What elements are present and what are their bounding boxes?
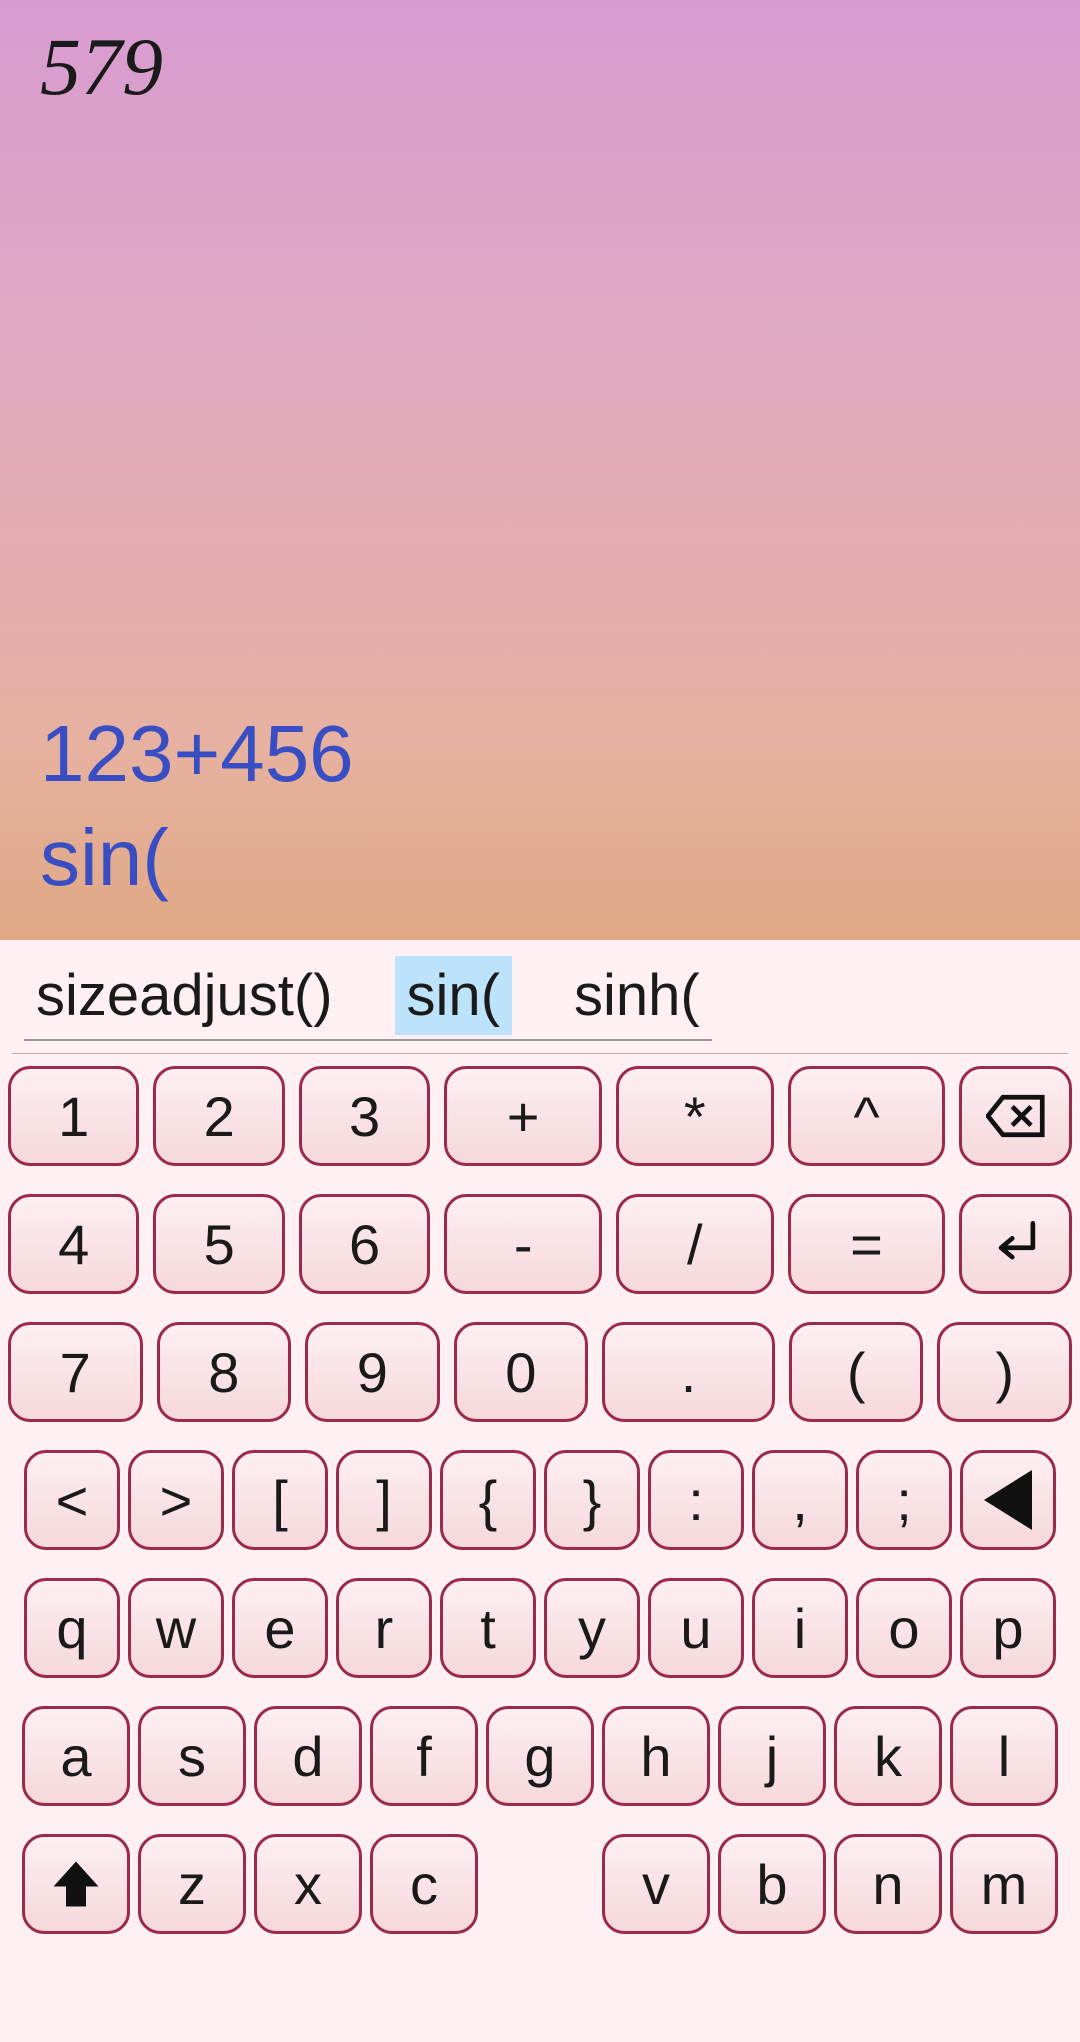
key-n[interactable]: n [834, 1834, 942, 1934]
key-8[interactable]: 8 [157, 1322, 292, 1422]
key-k[interactable]: k [834, 1706, 942, 1806]
shift-up-icon [46, 1854, 106, 1914]
key-t[interactable]: t [440, 1578, 536, 1678]
key-2[interactable]: 2 [153, 1066, 284, 1166]
key-rbrace[interactable]: } [544, 1450, 640, 1550]
key-semicolon[interactable]: ; [856, 1450, 952, 1550]
key-lbrace[interactable]: { [440, 1450, 536, 1550]
key-left[interactable] [960, 1450, 1056, 1550]
key-i[interactable]: i [752, 1578, 848, 1678]
backspace-icon [986, 1086, 1046, 1146]
key-u[interactable]: u [648, 1578, 744, 1678]
key-5[interactable]: 5 [153, 1194, 284, 1294]
key-d[interactable]: d [254, 1706, 362, 1806]
expression-input[interactable]: 123+456 sin( [40, 702, 1040, 910]
keyboard-row-5: q w e r t y u i o p [8, 1578, 1072, 1678]
key-3[interactable]: 3 [299, 1066, 430, 1166]
suggestion-item-0[interactable]: sizeadjust() [24, 956, 345, 1035]
key-plus[interactable]: + [444, 1066, 602, 1166]
left-triangle-icon [984, 1470, 1032, 1530]
key-4[interactable]: 4 [8, 1194, 139, 1294]
key-rbracket[interactable]: ] [336, 1450, 432, 1550]
key-power[interactable]: ^ [788, 1066, 946, 1166]
expression-line-1: 123+456 [40, 709, 354, 798]
key-enter[interactable] [959, 1194, 1072, 1294]
key-v[interactable]: v [602, 1834, 710, 1934]
key-6[interactable]: 6 [299, 1194, 430, 1294]
key-equals[interactable]: = [788, 1194, 946, 1294]
key-multiply[interactable]: * [616, 1066, 774, 1166]
key-s[interactable]: s [138, 1706, 246, 1806]
key-c[interactable]: c [370, 1834, 478, 1934]
keyboard-row-2: 4 5 6 - / = [8, 1194, 1072, 1294]
suggestion-bar: sizeadjust() sin( sinh( [12, 940, 1068, 1054]
result-value: 579 [40, 20, 1040, 114]
key-backspace[interactable] [959, 1066, 1072, 1166]
keyboard-row-7: z x c v b n m [8, 1834, 1072, 1934]
keyboard-row-4: < > [ ] { } : , ; [8, 1450, 1072, 1550]
key-e[interactable]: e [232, 1578, 328, 1678]
key-f[interactable]: f [370, 1706, 478, 1806]
key-9[interactable]: 9 [305, 1322, 440, 1422]
key-z[interactable]: z [138, 1834, 246, 1934]
key-p[interactable]: p [960, 1578, 1056, 1678]
key-o[interactable]: o [856, 1578, 952, 1678]
key-j[interactable]: j [718, 1706, 826, 1806]
keyboard-row-3: 7 8 9 0 . ( ) [8, 1322, 1072, 1422]
key-l[interactable]: l [950, 1706, 1058, 1806]
enter-icon [986, 1214, 1046, 1274]
key-g[interactable]: g [486, 1706, 594, 1806]
key-x[interactable]: x [254, 1834, 362, 1934]
key-colon[interactable]: : [648, 1450, 744, 1550]
key-rparen[interactable]: ) [937, 1322, 1072, 1422]
key-comma[interactable]: , [752, 1450, 848, 1550]
suggestion-item-2[interactable]: sinh( [562, 956, 712, 1035]
key-h[interactable]: h [602, 1706, 710, 1806]
key-q[interactable]: q [24, 1578, 120, 1678]
key-y[interactable]: y [544, 1578, 640, 1678]
key-divide[interactable]: / [616, 1194, 774, 1294]
key-gt[interactable]: > [128, 1450, 224, 1550]
calculator-display: 579 123+456 sin( [0, 0, 1080, 940]
key-shift[interactable] [22, 1834, 130, 1934]
key-a[interactable]: a [22, 1706, 130, 1806]
key-r[interactable]: r [336, 1578, 432, 1678]
key-minus[interactable]: - [444, 1194, 602, 1294]
suggestion-item-1[interactable]: sin( [395, 956, 512, 1035]
keyboard-row-6: a s d f g h j k l [8, 1706, 1072, 1806]
key-7[interactable]: 7 [8, 1322, 143, 1422]
expression-line-2: sin( [40, 813, 169, 902]
key-w[interactable]: w [128, 1578, 224, 1678]
key-0[interactable]: 0 [454, 1322, 589, 1422]
keyboard: 1 2 3 + * ^ 4 5 6 - / = 7 8 9 0 . ( ) < … [0, 1054, 1080, 1942]
key-b[interactable]: b [718, 1834, 826, 1934]
key-1[interactable]: 1 [8, 1066, 139, 1166]
keyboard-row-1: 1 2 3 + * ^ [8, 1066, 1072, 1166]
key-m[interactable]: m [950, 1834, 1058, 1934]
key-dot[interactable]: . [602, 1322, 775, 1422]
key-lparen[interactable]: ( [789, 1322, 924, 1422]
key-lbracket[interactable]: [ [232, 1450, 328, 1550]
key-lt[interactable]: < [24, 1450, 120, 1550]
